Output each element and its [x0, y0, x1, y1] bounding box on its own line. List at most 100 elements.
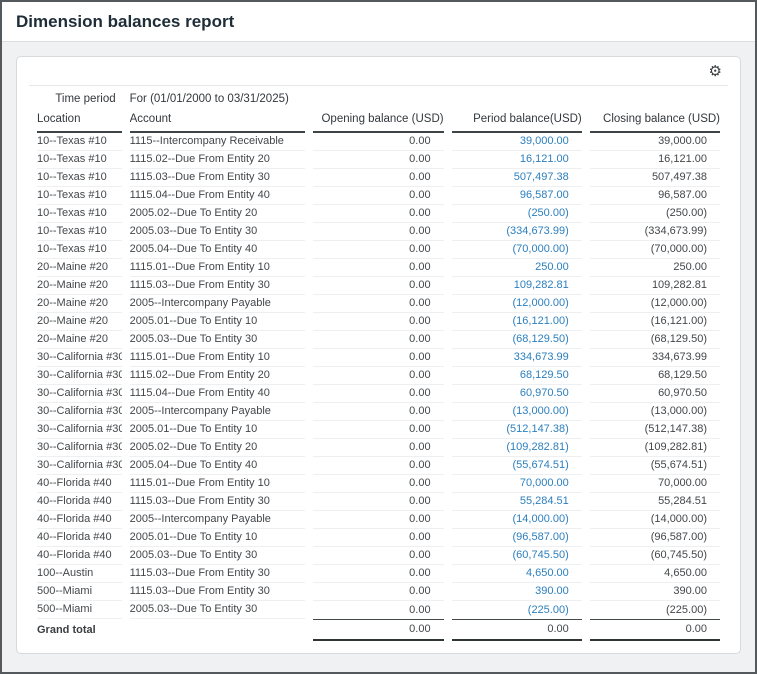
- opening-balance-cell: 0.00: [313, 259, 443, 277]
- location-cell: 30--California #30: [37, 457, 122, 475]
- closing-balance-cell: 60,970.50: [590, 385, 720, 403]
- location-cell: 30--California #30: [37, 439, 122, 457]
- period-balance-link[interactable]: (12,000.00): [513, 297, 569, 309]
- opening-balance-cell: 0.00: [313, 349, 443, 367]
- period-balance-cell: (96,587.00): [452, 529, 582, 547]
- table-row: 500--Miami2005.03--Due To Entity 300.00(…: [37, 601, 720, 619]
- period-balance-link[interactable]: (68,129.50): [513, 333, 569, 345]
- opening-balance-cell: 0.00: [313, 223, 443, 241]
- period-balance-link[interactable]: (225.00): [528, 604, 569, 616]
- gear-icon: ⚙: [709, 62, 722, 80]
- account-cell: 2005.02--Due To Entity 20: [130, 205, 306, 223]
- period-balance-cell: 334,673.99: [452, 349, 582, 367]
- table-row: 30--California #301115.01--Due From Enti…: [37, 349, 720, 367]
- location-cell: 40--Florida #40: [37, 493, 122, 511]
- closing-balance-cell: (250.00): [590, 205, 720, 223]
- opening-balance-cell: 0.00: [313, 169, 443, 187]
- period-balance-link[interactable]: 60,970.50: [520, 387, 569, 399]
- opening-balance-cell: 0.00: [313, 313, 443, 331]
- opening-balance-cell: 0.00: [313, 475, 443, 493]
- grand-total-period: 0.00: [452, 619, 582, 641]
- table-row: 30--California #301115.02--Due From Enti…: [37, 367, 720, 385]
- period-balance-cell: 250.00: [452, 259, 582, 277]
- location-cell: 10--Texas #10: [37, 151, 122, 169]
- opening-balance-cell: 0.00: [313, 187, 443, 205]
- opening-balance-cell: 0.00: [313, 439, 443, 457]
- report-window: Dimension balances report ⚙ Time: [0, 0, 757, 674]
- period-balance-link[interactable]: 507,497.38: [514, 171, 569, 183]
- closing-balance-cell: 250.00: [590, 259, 720, 277]
- location-cell: 100--Austin: [37, 565, 122, 583]
- period-balance-cell: (14,000.00): [452, 511, 582, 529]
- closing-balance-cell: 96,587.00: [590, 187, 720, 205]
- opening-balance-cell: 0.00: [313, 331, 443, 349]
- period-balance-link[interactable]: (55,674.51): [513, 459, 569, 471]
- report-card: ⚙ Time period For (01/01/2000 to 03/31/2…: [16, 56, 741, 654]
- period-balance-link[interactable]: 109,282.81: [514, 279, 569, 291]
- column-header-period-balance: Period balance(USD): [452, 110, 582, 133]
- closing-balance-cell: (14,000.00): [590, 511, 720, 529]
- account-cell: 2005.01--Due To Entity 10: [130, 529, 306, 547]
- period-balance-cell: (225.00): [452, 601, 582, 619]
- table-row: 20--Maine #202005.03--Due To Entity 300.…: [37, 331, 720, 349]
- account-cell: 1115.03--Due From Entity 30: [130, 565, 306, 583]
- opening-balance-cell: 0.00: [313, 277, 443, 295]
- closing-balance-cell: (334,673.99): [590, 223, 720, 241]
- table-row: 20--Maine #20 1115.01--Due From Entity 10…: [37, 259, 720, 277]
- table-row: 10--Texas #101115.02--Due From Entity 20…: [37, 151, 720, 169]
- period-balance-link[interactable]: (250.00): [528, 207, 569, 219]
- account-cell: 2005.01--Due To Entity 10: [130, 313, 306, 331]
- period-balance-link[interactable]: 39,000.00: [520, 135, 569, 147]
- location-cell: 20--Maine #20: [37, 313, 122, 331]
- table-row: 40--Florida #402005.03--Due To Entity 30…: [37, 547, 720, 565]
- table-row: 500--Miami1115.03--Due From Entity 300.0…: [37, 583, 720, 601]
- period-balance-link[interactable]: (96,587.00): [513, 531, 569, 543]
- opening-balance-cell: 0.00: [313, 457, 443, 475]
- settings-button[interactable]: ⚙: [709, 64, 722, 79]
- column-header-account: Account: [130, 110, 306, 133]
- table-row: 10--Texas #101115.04--Due From Entity 40…: [37, 187, 720, 205]
- closing-balance-cell: 55,284.51: [590, 493, 720, 511]
- period-balance-link[interactable]: (60,745.50): [513, 549, 569, 561]
- period-balance-link[interactable]: (16,121.00): [513, 315, 569, 327]
- opening-balance-cell: 0.00: [313, 403, 443, 421]
- period-balance-link[interactable]: 68,129.50: [520, 369, 569, 381]
- location-cell: 20--Maine #20: [37, 259, 122, 277]
- period-balance-link[interactable]: 334,673.99: [514, 351, 569, 363]
- period-balance-link[interactable]: (109,282.81): [506, 441, 568, 453]
- opening-balance-cell: 0.00: [313, 511, 443, 529]
- period-balance-link[interactable]: 4,650.00: [526, 567, 569, 579]
- closing-balance-cell: (60,745.50): [590, 547, 720, 565]
- location-cell: 10--Texas #10: [37, 205, 122, 223]
- period-balance-link[interactable]: 390.00: [535, 585, 569, 597]
- closing-balance-cell: (13,000.00): [590, 403, 720, 421]
- period-balance-link[interactable]: 16,121.00: [520, 153, 569, 165]
- period-balance-link[interactable]: (512,147.38): [506, 423, 568, 435]
- period-balance-link[interactable]: 55,284.51: [520, 495, 569, 507]
- table-row: 30--California #302005--Intercompany Pay…: [37, 403, 720, 421]
- period-balance-link[interactable]: (13,000.00): [513, 405, 569, 417]
- location-cell: 40--Florida #40: [37, 475, 122, 493]
- opening-balance-cell: 0.00: [313, 385, 443, 403]
- account-cell: 2005.03--Due To Entity 30: [130, 601, 306, 619]
- account-cell: 1115.01--Due From Entity 10: [130, 259, 306, 277]
- account-cell: 2005.03--Due To Entity 30: [130, 547, 306, 565]
- period-balance-link[interactable]: 70,000.00: [520, 477, 569, 489]
- table-row: 10--Texas #101115--Intercompany Receivab…: [37, 133, 720, 151]
- period-balance-link[interactable]: 96,587.00: [520, 189, 569, 201]
- closing-balance-cell: 334,673.99: [590, 349, 720, 367]
- closing-balance-cell: (70,000.00): [590, 241, 720, 259]
- period-balance-link[interactable]: 250.00: [535, 261, 569, 273]
- time-period-value: For (01/01/2000 to 03/31/2025): [130, 88, 720, 110]
- period-balance-link[interactable]: (334,673.99): [506, 225, 568, 237]
- table-row: 20--Maine #201115.03--Due From Entity 30…: [37, 277, 720, 295]
- table-row: 100--Austin1115.03--Due From Entity 300.…: [37, 565, 720, 583]
- period-balance-cell: (12,000.00): [452, 295, 582, 313]
- period-balance-link[interactable]: (14,000.00): [513, 513, 569, 525]
- table-row: 30--California #301115.04--Due From Enti…: [37, 385, 720, 403]
- page-title: Dimension balances report: [16, 12, 741, 32]
- location-cell: 500--Miami: [37, 583, 122, 601]
- account-cell: 1115--Intercompany Receivable: [130, 133, 306, 151]
- period-balance-link[interactable]: (70,000.00): [513, 243, 569, 255]
- account-cell: 1115.04--Due From Entity 40: [130, 187, 306, 205]
